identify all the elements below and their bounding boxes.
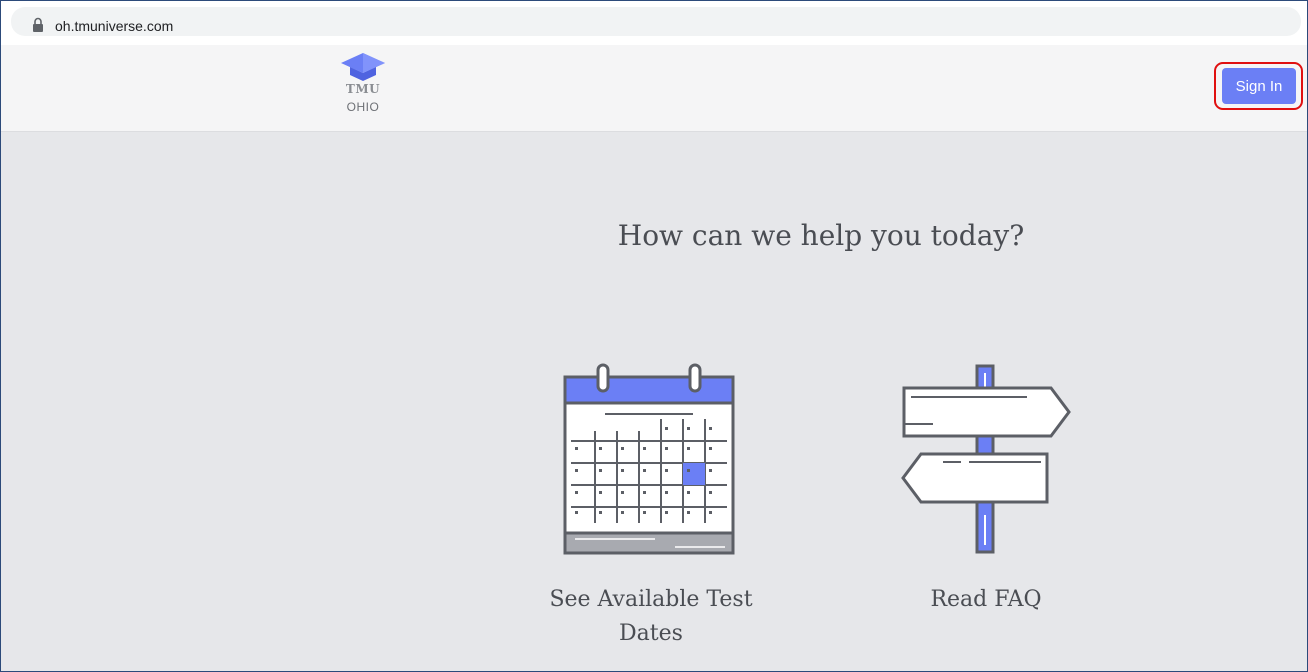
read-faq-card[interactable]: Read FAQ: [861, 361, 1111, 617]
url-text: oh.tmuniverse.com: [55, 18, 174, 34]
site-header: TMU OHIO Sign In: [1, 45, 1307, 132]
address-bar: oh.tmuniverse.com: [1, 1, 1307, 45]
url-field[interactable]: oh.tmuniverse.com: [11, 7, 1301, 36]
page-heading: How can we help you today?: [617, 219, 1025, 252]
logo-title: TMU: [345, 82, 381, 96]
browser-window: oh.tmuniverse.com TMU OHIO Sign In How c…: [0, 0, 1308, 672]
sign-in-button[interactable]: Sign In: [1222, 68, 1296, 104]
read-faq-label[interactable]: Read FAQ: [861, 583, 1111, 617]
lock-icon: [33, 17, 43, 32]
logo-subtitle: OHIO: [346, 100, 380, 114]
signpost-icon: [901, 364, 1071, 554]
site-logo[interactable]: TMU OHIO: [335, 51, 391, 121]
see-test-dates-label[interactable]: See Available Test Dates: [531, 583, 771, 651]
calendar-icon: [563, 363, 735, 555]
signin-highlight: Sign In: [1214, 62, 1303, 110]
see-test-dates-card[interactable]: See Available Test Dates: [521, 361, 781, 651]
graduation-cap-icon: [341, 53, 385, 81]
